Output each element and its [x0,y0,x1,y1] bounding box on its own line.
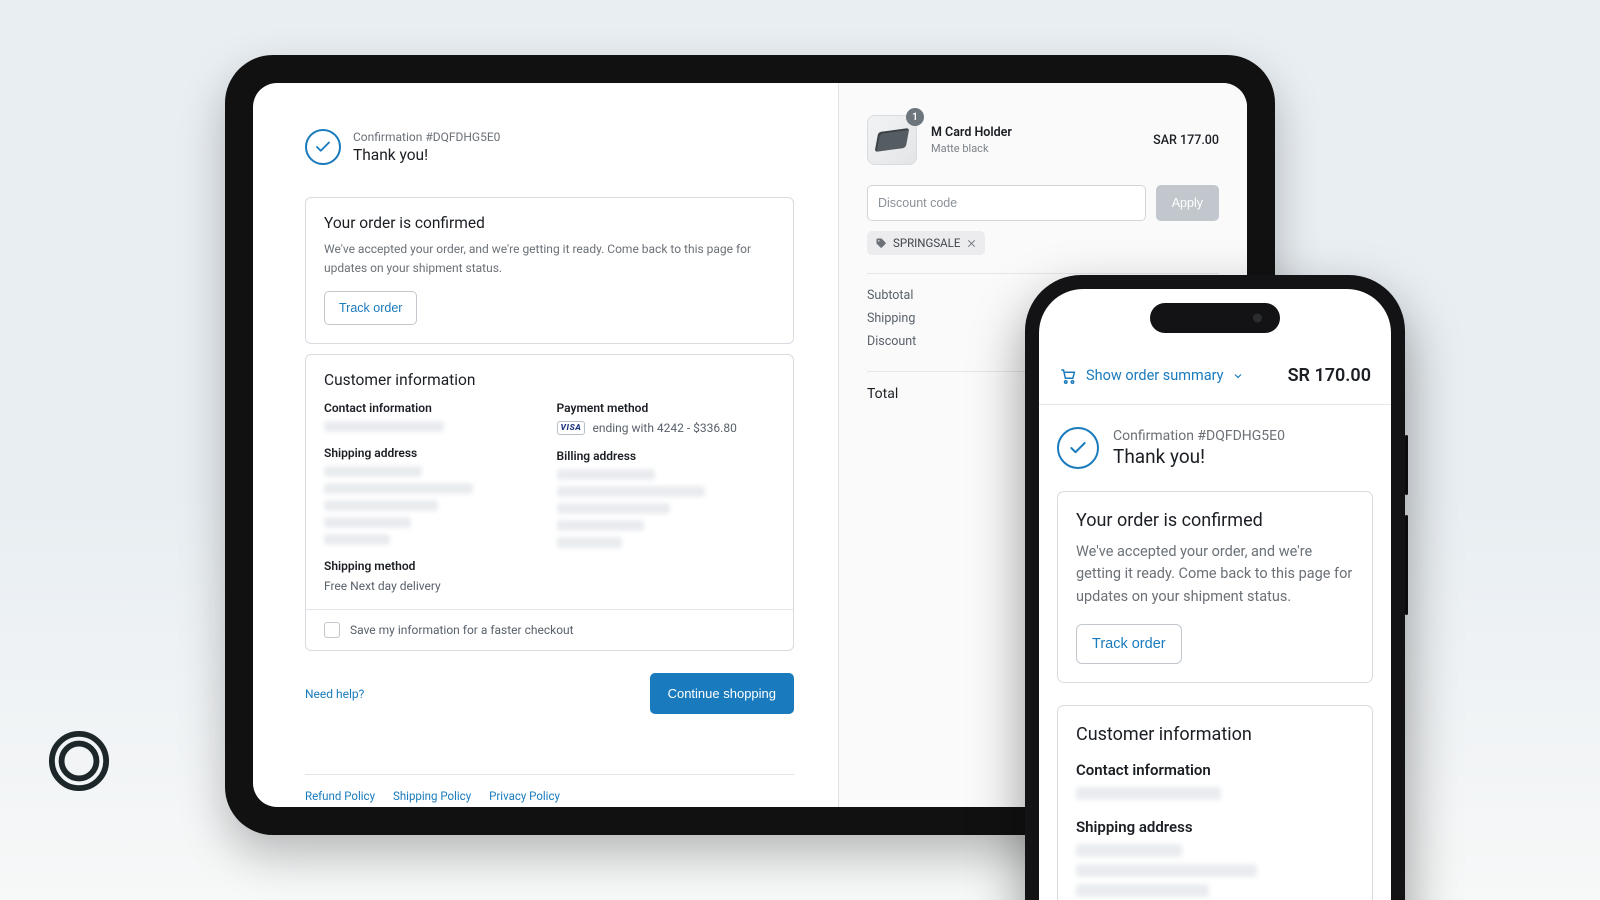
confirmation-header: Confirmation #DQFDHG5E0 Thank you! [305,129,794,165]
save-info-row[interactable]: Save my information for a faster checkou… [306,609,793,650]
visa-icon: VISA [557,421,586,435]
thank-you-heading: Thank you! [1113,445,1285,468]
shipping-method-label: Shipping method [324,559,543,573]
product-variant: Matte black [931,142,1139,155]
applied-discount-code: SPRINGSALE [893,236,960,250]
save-info-checkbox[interactable] [324,622,340,638]
thank-you-heading: Thank you! [353,146,500,164]
remove-discount-button[interactable] [966,238,977,249]
contact-info-redacted [324,421,543,432]
product-row: 1 M Card Holder Matte black SAR 177.00 [867,115,1219,165]
order-confirmed-desc: We've accepted your order, and we're get… [324,240,775,277]
shipping-address-redacted [1076,844,1354,897]
billing-address-label: Billing address [557,449,776,463]
checkmark-icon [1057,427,1099,469]
applied-discount-tag: SPRINGSALE [867,231,985,255]
contact-info-label: Contact information [324,401,543,415]
order-summary-total: SR 170.00 [1288,365,1371,386]
continue-shopping-button[interactable]: Continue shopping [650,673,794,714]
order-confirmed-panel: Your order is confirmed We've accepted y… [1057,491,1373,683]
track-order-button[interactable]: Track order [1076,624,1182,664]
order-summary-toggle[interactable]: Show order summary [1059,367,1280,385]
phone-screen: Show order summary SR 170.00 Confirmatio… [1039,289,1391,900]
order-confirmed-title: Your order is confirmed [1076,510,1354,531]
tag-icon [875,237,887,249]
confirmation-header: Confirmation #DQFDHG5E0 Thank you! [1057,427,1373,469]
shipping-policy-link[interactable]: Shipping Policy [393,789,471,803]
brand-logo-icon [48,730,110,792]
need-help-link[interactable]: Need help? [305,687,364,701]
product-name: M Card Holder [931,125,1139,140]
chevron-down-icon [1232,370,1244,382]
discount-row-label: Discount [867,334,916,353]
refund-policy-link[interactable]: Refund Policy [305,789,375,803]
apply-discount-button[interactable]: Apply [1156,185,1219,221]
contact-info-label: Contact information [1076,761,1354,779]
track-order-button[interactable]: Track order [324,291,417,325]
actions-row: Need help? Continue shopping [305,673,794,714]
payment-card-text: ending with 4242 - $336.80 [592,421,736,435]
confirmation-number: Confirmation #DQFDHG5E0 [1113,428,1285,444]
confirmation-pane: Confirmation #DQFDHG5E0 Thank you! Your … [253,83,838,807]
confirmation-number: Confirmation #DQFDHG5E0 [353,130,500,144]
order-confirmed-panel: Your order is confirmed We've accepted y… [305,197,794,344]
shipping-address-label: Shipping address [1076,818,1354,836]
shipping-method-value: Free Next day delivery [324,579,543,593]
customer-info-title: Customer information [1076,724,1354,745]
phone-frame: Show order summary SR 170.00 Confirmatio… [1025,275,1405,900]
customer-info-title: Customer information [324,371,775,389]
order-confirmed-title: Your order is confirmed [324,214,775,232]
shipping-address-label: Shipping address [324,446,543,460]
customer-info-panel: Customer information Contact information… [1057,705,1373,900]
subtotal-label: Subtotal [867,288,913,303]
phone-notch [1150,303,1280,333]
total-label: Total [867,386,898,402]
order-confirmed-desc: We've accepted your order, and we're get… [1076,541,1354,608]
save-info-label: Save my information for a faster checkou… [350,623,574,637]
order-summary-toggle-label: Show order summary [1086,367,1223,384]
payment-method-value: VISA ending with 4242 - $336.80 [557,421,776,435]
contact-info-redacted [1076,787,1354,800]
privacy-policy-link[interactable]: Privacy Policy [489,789,560,803]
payment-method-label: Payment method [557,401,776,415]
shipping-row-label: Shipping [867,311,915,326]
customer-info-panel: Customer information Contact information… [305,354,794,651]
product-price: SAR 177.00 [1153,133,1219,148]
billing-address-redacted [557,469,776,548]
footer-links: Refund Policy Shipping Policy Privacy Po… [305,774,794,803]
product-qty-badge: 1 [906,108,924,126]
shipping-address-redacted [324,466,543,545]
cart-icon [1059,367,1077,385]
order-summary-toggle-bar: Show order summary SR 170.00 [1039,347,1391,405]
checkmark-icon [305,129,341,165]
stage: Confirmation #DQFDHG5E0 Thank you! Your … [0,0,1600,900]
discount-code-input[interactable] [867,185,1146,221]
